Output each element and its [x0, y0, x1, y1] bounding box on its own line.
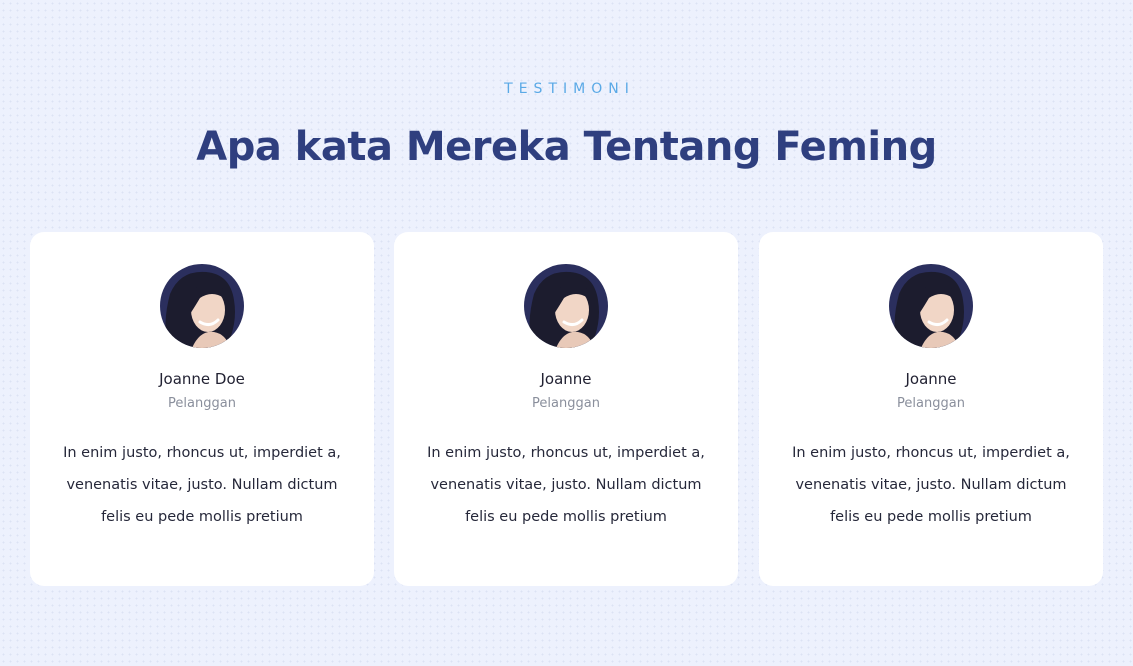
testimonial-card: Joanne Pelanggan In enim justo, rhoncus …: [759, 232, 1103, 586]
testimonial-quote: In enim justo, rhoncus ut, imperdiet a, …: [792, 445, 1070, 525]
testimonial-card: Joanne Pelanggan In enim justo, rhoncus …: [394, 232, 738, 586]
testimonial-role: Pelanggan: [168, 396, 236, 411]
testimonial-quote: In enim justo, rhoncus ut, imperdiet a, …: [63, 445, 341, 525]
avatar-photo-icon: [524, 264, 608, 348]
section-title: Apa kata Mereka Tentang Feming: [196, 124, 937, 170]
testimonial-cards: Joanne Doe Pelanggan In enim justo, rhon…: [30, 232, 1103, 586]
avatar: [524, 264, 608, 348]
avatar-photo-icon: [160, 264, 244, 348]
avatar-photo-icon: [889, 264, 973, 348]
avatar: [889, 264, 973, 348]
testimonial-quote: In enim justo, rhoncus ut, imperdiet a, …: [427, 445, 705, 525]
avatar: [160, 264, 244, 348]
testimonial-card: Joanne Doe Pelanggan In enim justo, rhon…: [30, 232, 374, 586]
section-eyebrow: TESTIMONI: [504, 81, 635, 97]
testimonial-name: Joanne Doe: [159, 370, 245, 388]
testimonial-name: Joanne: [905, 370, 957, 388]
testimonial-role: Pelanggan: [897, 396, 965, 411]
testimonial-name: Joanne: [540, 370, 592, 388]
testimonial-section: TESTIMONI Apa kata Mereka Tentang Feming…: [0, 0, 1133, 666]
testimonial-role: Pelanggan: [532, 396, 600, 411]
